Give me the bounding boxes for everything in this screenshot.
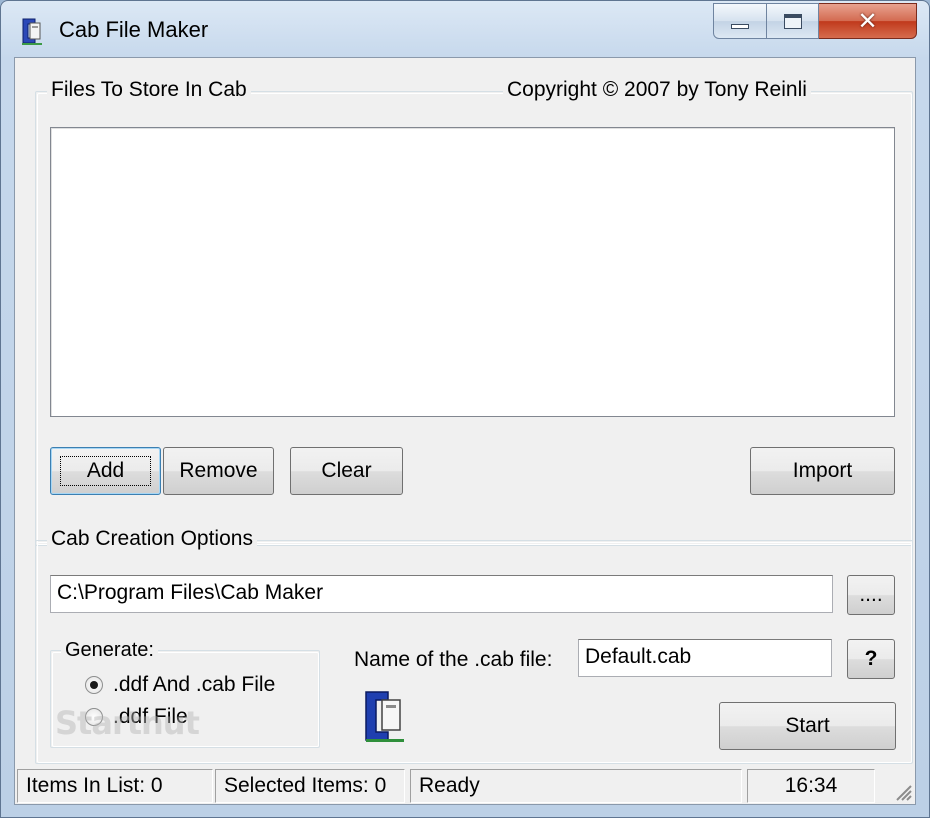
minimize-button[interactable] [713, 3, 767, 39]
window-title: Cab File Maker [59, 17, 209, 42]
cab-name-label: Name of the .cab file: [354, 648, 553, 671]
minimize-icon [731, 23, 749, 29]
status-bar: Items In List: 0 Selected Items: 0 Ready… [15, 766, 915, 804]
title-bar[interactable]: Cab File Maker ✕ [1, 1, 929, 57]
status-items-in-list: Items In List: 0 [17, 769, 213, 803]
browse-button[interactable]: .... [847, 575, 895, 615]
options-group-legend: Cab Creation Options [47, 527, 257, 551]
cab-name-input[interactable]: Default.cab [578, 639, 832, 677]
radio-ddf-cab-row[interactable]: .ddf And .cab File [85, 673, 275, 697]
status-time: 16:34 [747, 769, 875, 803]
radio-ddf-cab-label: .ddf And .cab File [113, 673, 276, 696]
caption-buttons: ✕ [713, 3, 917, 41]
status-selected-items: Selected Items: 0 [215, 769, 405, 803]
import-button[interactable]: Import [750, 447, 895, 495]
copyright-label: Copyright © 2007 by Tony Reinli [503, 78, 811, 102]
remove-button[interactable]: Remove [163, 447, 274, 495]
radio-ddf-cab[interactable] [85, 676, 103, 694]
status-state: Ready [410, 769, 742, 803]
client-area: Files To Store In Cab Copyright © 2007 b… [14, 57, 916, 805]
add-button-label: Add [59, 456, 152, 486]
close-button[interactable]: ✕ [819, 3, 917, 39]
files-listbox[interactable] [50, 127, 895, 417]
clear-button[interactable]: Clear [290, 447, 403, 495]
watermark-text: Startnut [55, 704, 200, 742]
output-path-input[interactable]: C:\Program Files\Cab Maker [50, 575, 833, 613]
app-window: Cab File Maker ✕ Files To Store In Cab C… [0, 0, 930, 818]
generate-legend: Generate: [61, 639, 158, 662]
maximize-icon [783, 13, 802, 29]
start-button[interactable]: Start [719, 702, 896, 750]
app-icon [22, 18, 42, 45]
resize-grip-icon[interactable] [893, 782, 913, 802]
close-icon: ✕ [857, 7, 878, 35]
add-button[interactable]: Add [50, 447, 161, 495]
help-button[interactable]: ? [847, 639, 895, 679]
maximize-button[interactable] [767, 3, 819, 39]
cab-clamp-icon [365, 691, 404, 742]
files-group-legend: Files To Store In Cab [47, 78, 251, 102]
